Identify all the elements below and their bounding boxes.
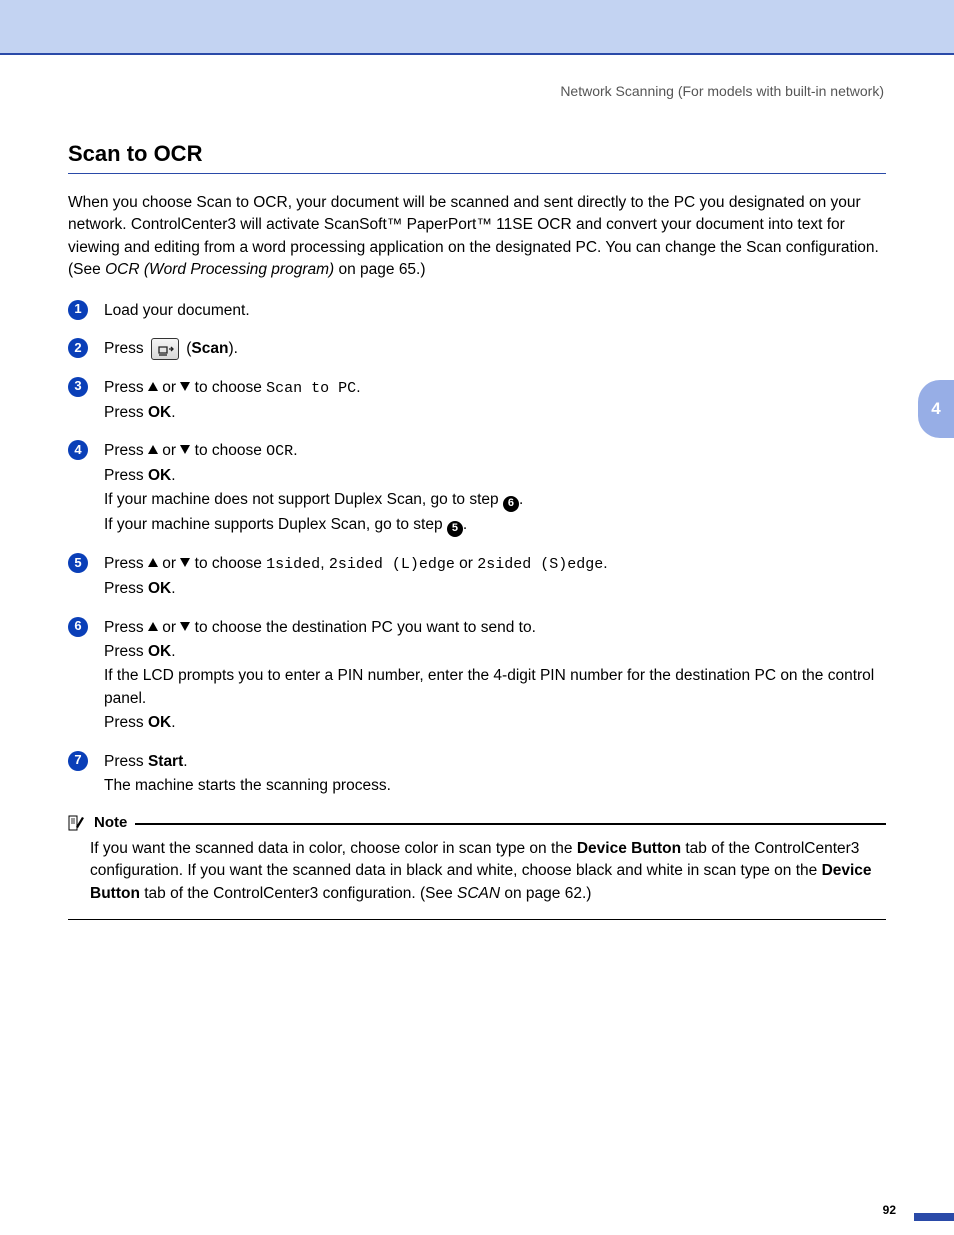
step-1-text: Load your document. xyxy=(104,300,886,322)
step-3-c: to choose xyxy=(190,379,266,396)
step-4-d: . xyxy=(293,442,297,459)
arrow-down-icon xyxy=(180,622,190,631)
step-6-a: Press xyxy=(104,619,148,636)
note-f: SCAN xyxy=(457,885,500,902)
step-7-a: Press xyxy=(104,753,148,770)
step-5-a: Press xyxy=(104,555,148,572)
step-2-pre: Press xyxy=(104,340,148,357)
arrow-down-icon xyxy=(180,445,190,454)
step-5-d: . xyxy=(603,555,607,572)
step-3-e: Press xyxy=(104,404,148,421)
step-bullet-7: 7 xyxy=(68,751,88,771)
arrow-up-icon xyxy=(148,445,158,454)
step-5-ok: OK xyxy=(148,580,171,597)
step-6-ok1: OK xyxy=(148,643,171,660)
step-7: 7 Press Start. The machine starts the sc… xyxy=(68,751,886,798)
step-bullet-4: 4 xyxy=(68,440,88,460)
arrow-up-icon xyxy=(148,558,158,567)
intro-paragraph: When you choose Scan to OCR, your docume… xyxy=(68,192,886,282)
note-pencil-icon xyxy=(68,814,86,832)
step-bullet-2: 2 xyxy=(68,338,88,358)
page-number: 92 xyxy=(883,1203,896,1217)
step-2-paren-close: ). xyxy=(228,340,237,357)
step-3: 3 Press or to choose Scan to PC. Press O… xyxy=(68,377,886,424)
step-4-h: If your machine does not support Duplex … xyxy=(104,491,503,508)
step-3-mono: Scan to PC xyxy=(266,380,356,397)
step-5-g: . xyxy=(171,580,175,597)
intro-text-post: on page 65.) xyxy=(334,261,425,278)
step-7-start: Start xyxy=(148,753,183,770)
step-5-c: to choose xyxy=(190,555,266,572)
top-color-band xyxy=(0,0,954,55)
chapter-side-tab: 4 xyxy=(918,380,954,438)
step-4-g: . xyxy=(171,467,175,484)
step-5-p2: or xyxy=(455,555,477,572)
step-4-c: to choose xyxy=(190,442,266,459)
step-6-b: or xyxy=(158,619,180,636)
scan-key-icon xyxy=(151,338,179,360)
step-4: 4 Press or to choose OCR. Press OK. If y… xyxy=(68,440,886,537)
step-6-c: to choose the destination PC you want to… xyxy=(190,619,536,636)
page-body: Network Scanning (For models with built-… xyxy=(0,55,954,1235)
step-bullet-1: 1 xyxy=(68,300,88,320)
step-6-i: Press xyxy=(104,714,148,731)
step-3-a: Press xyxy=(104,379,148,396)
title-rule xyxy=(68,173,886,174)
note-g: on page 62.) xyxy=(500,885,591,902)
step-6-h: If the LCD prompts you to enter a PIN nu… xyxy=(104,665,886,710)
step-6: 6 Press or to choose the destination PC … xyxy=(68,617,886,735)
step-4-e: Press xyxy=(104,467,148,484)
step-4-mono: OCR xyxy=(266,443,293,460)
step-3-ok: OK xyxy=(148,404,171,421)
footer-accent-bar xyxy=(914,1213,954,1221)
running-head: Network Scanning (For models with built-… xyxy=(0,55,954,99)
inline-step-ref-5: 5 xyxy=(447,521,463,537)
step-6-k: . xyxy=(171,714,175,731)
step-2: 2 Press (Scan). xyxy=(68,338,886,361)
note-e: tab of the ControlCenter3 configuration.… xyxy=(140,885,457,902)
step-5-e: Press xyxy=(104,580,148,597)
note-rule-bottom xyxy=(68,919,886,920)
step-4-j: If your machine supports Duplex Scan, go… xyxy=(104,516,447,533)
step-6-e: Press xyxy=(104,643,148,660)
step-5-m3: 2sided (S)edge xyxy=(477,556,603,573)
step-5-m2: 2sided (L)edge xyxy=(329,556,455,573)
step-3-g: . xyxy=(171,404,175,421)
step-5-p1: , xyxy=(320,555,329,572)
step-4-b: or xyxy=(158,442,180,459)
step-7-d: The machine starts the scanning process. xyxy=(104,775,886,797)
arrow-up-icon xyxy=(148,382,158,391)
step-2-scan: Scan xyxy=(191,340,228,357)
section-title: Scan to OCR xyxy=(68,141,886,167)
step-bullet-3: 3 xyxy=(68,377,88,397)
arrow-up-icon xyxy=(148,622,158,631)
step-list: 1 Load your document. 2 Press xyxy=(68,300,886,798)
note-rule-top xyxy=(135,823,886,825)
step-4-i: . xyxy=(519,491,523,508)
step-7-c: . xyxy=(183,753,187,770)
arrow-down-icon xyxy=(180,558,190,567)
step-5: 5 Press or to choose 1sided, 2sided (L)e… xyxy=(68,553,886,600)
note-body: If you want the scanned data in color, c… xyxy=(68,832,886,915)
step-4-a: Press xyxy=(104,442,148,459)
step-bullet-6: 6 xyxy=(68,617,88,637)
arrow-down-icon xyxy=(180,382,190,391)
step-6-g: . xyxy=(171,643,175,660)
intro-xref: OCR (Word Processing program) xyxy=(105,261,334,278)
step-3-b: or xyxy=(158,379,180,396)
step-5-b: or xyxy=(158,555,180,572)
note-block: Note If you want the scanned data in col… xyxy=(68,814,886,920)
step-bullet-5: 5 xyxy=(68,553,88,573)
step-4-ok: OK xyxy=(148,467,171,484)
step-6-ok2: OK xyxy=(148,714,171,731)
note-a: If you want the scanned data in color, c… xyxy=(90,840,577,857)
step-1: 1 Load your document. xyxy=(68,300,886,322)
step-5-m1: 1sided xyxy=(266,556,320,573)
step-3-d: . xyxy=(356,379,360,396)
note-title: Note xyxy=(94,814,127,831)
step-4-k: . xyxy=(463,516,467,533)
inline-step-ref-6a: 6 xyxy=(503,496,519,512)
note-b: Device Button xyxy=(577,840,681,857)
